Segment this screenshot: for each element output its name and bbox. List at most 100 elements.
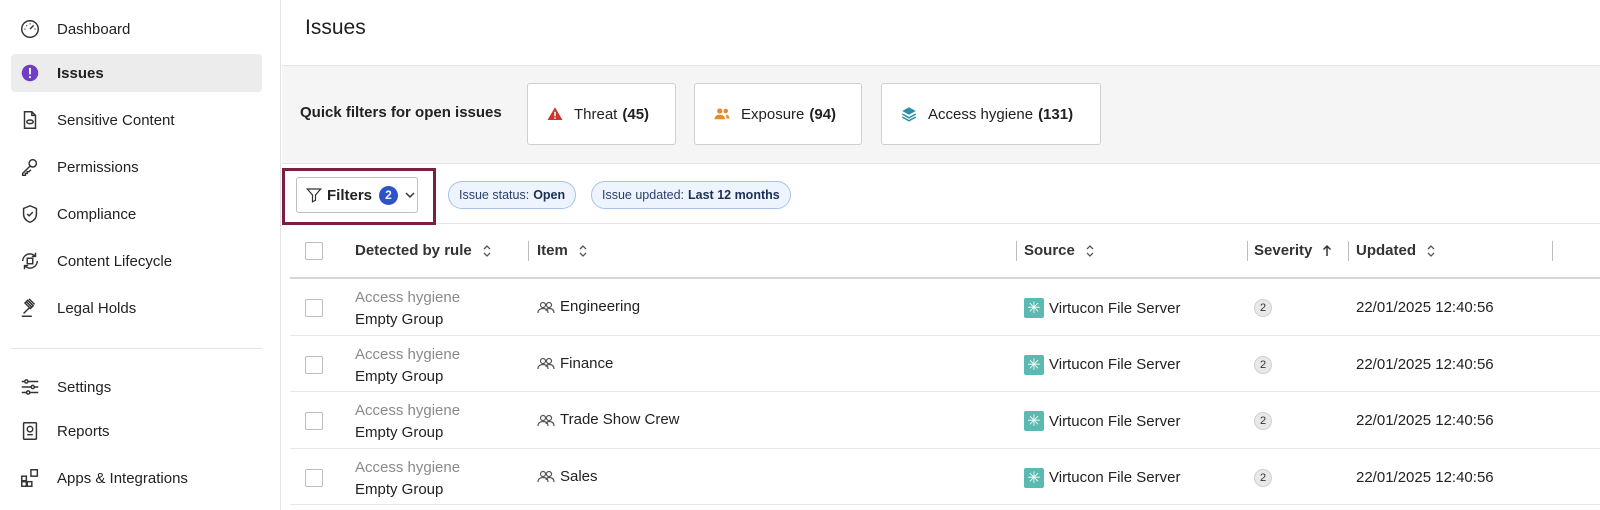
severity-badge: 2 xyxy=(1254,355,1272,374)
sidebar-item-legal-holds[interactable]: Legal Holds xyxy=(11,289,262,327)
table-row[interactable]: Access hygiene Empty Group Engineering ✳… xyxy=(290,279,1600,336)
filter-chip-issue-status[interactable]: Issue status: Open xyxy=(448,181,577,209)
sort-icon xyxy=(579,244,587,257)
gauge-icon xyxy=(19,18,41,40)
sidebar-item-settings[interactable]: Settings xyxy=(11,368,262,406)
rule-category: Access hygiene xyxy=(355,458,461,476)
page-header: Issues xyxy=(282,0,1600,66)
column-header-label: Severity xyxy=(1254,242,1313,259)
column-separator[interactable] xyxy=(528,241,529,261)
select-all-checkbox[interactable] xyxy=(305,242,323,260)
document-eye-icon xyxy=(19,109,41,131)
file-server-icon: ✳ xyxy=(1024,467,1044,488)
sidebar-item-label: Legal Holds xyxy=(57,299,137,317)
quick-filter-exposure[interactable]: Exposure (94) xyxy=(694,83,862,145)
quick-filter-label: Exposure xyxy=(741,105,805,123)
item-cell[interactable]: Finance xyxy=(537,355,613,372)
sidebar-item-issues[interactable]: Issues xyxy=(11,54,262,92)
group-icon xyxy=(537,357,555,370)
issues-table: Detected by rule Item Source Severity Up… xyxy=(290,224,1600,505)
sort-icon xyxy=(483,244,491,257)
source-cell: ✳ Virtucon File Server xyxy=(1024,298,1180,318)
report-icon xyxy=(19,420,41,442)
source-name: Virtucon File Server xyxy=(1049,469,1181,486)
sliders-icon xyxy=(19,376,41,398)
quick-filters-label: Quick filters for open issues xyxy=(300,104,502,121)
filters-count-badge: 2 xyxy=(379,185,399,205)
key-icon xyxy=(19,156,41,178)
item-cell[interactable]: Sales xyxy=(537,468,598,485)
row-checkbox[interactable] xyxy=(305,412,323,430)
file-server-icon: ✳ xyxy=(1024,354,1044,375)
sidebar-item-sensitive-content[interactable]: Sensitive Content xyxy=(11,101,262,139)
sort-ascending-icon xyxy=(1323,244,1332,256)
filter-row: Filters 2 Issue status: Open Issue updat… xyxy=(282,165,1600,225)
item-name: Finance xyxy=(560,354,614,372)
column-separator[interactable] xyxy=(1247,241,1248,261)
sort-icon xyxy=(1427,244,1435,257)
filter-chip-key: Issue status: xyxy=(459,188,530,202)
column-separator[interactable] xyxy=(1552,241,1553,261)
source-cell: ✳ Virtucon File Server xyxy=(1024,411,1180,431)
filter-chip-issue-updated[interactable]: Issue updated: Last 12 months xyxy=(591,181,791,209)
lifecycle-icon xyxy=(19,250,41,272)
table-header: Detected by rule Item Source Severity Up… xyxy=(290,224,1600,279)
column-header-item[interactable]: Item xyxy=(537,242,588,259)
item-name: Engineering xyxy=(560,298,641,315)
row-checkbox[interactable] xyxy=(305,355,323,374)
layers-icon xyxy=(901,107,917,122)
sidebar-item-content-lifecycle[interactable]: Content Lifecycle xyxy=(11,242,262,280)
sidebar-item-permissions[interactable]: Permissions xyxy=(11,148,262,186)
column-header-updated[interactable]: Updated xyxy=(1356,242,1436,259)
sidebar-item-label: Permissions xyxy=(57,158,139,176)
app-window: Dashboard Issues Sensitive Content Permi… xyxy=(0,0,1600,510)
column-header-label: Source xyxy=(1024,242,1075,259)
filters-button[interactable]: Filters 2 xyxy=(296,177,418,213)
item-cell[interactable]: Trade Show Crew xyxy=(537,411,680,428)
column-header-source[interactable]: Source xyxy=(1024,242,1095,259)
sidebar-item-label: Reports xyxy=(57,422,110,440)
quick-filter-access-hygiene[interactable]: Access hygiene (131) xyxy=(881,83,1101,145)
row-checkbox[interactable] xyxy=(305,468,323,487)
sidebar-item-compliance[interactable]: Compliance xyxy=(11,195,262,233)
column-separator[interactable] xyxy=(1016,241,1017,261)
item-cell[interactable]: Engineering xyxy=(537,298,640,315)
table-row[interactable]: Access hygiene Empty Group Finance ✳ Vir… xyxy=(290,336,1600,392)
rule-category: Access hygiene xyxy=(355,402,461,419)
rule-category: Access hygiene xyxy=(355,289,461,306)
source-cell: ✳ Virtucon File Server xyxy=(1024,467,1181,488)
sidebar-item-dashboard[interactable]: Dashboard xyxy=(11,10,262,48)
sidebar-item-reports[interactable]: Reports xyxy=(11,412,262,450)
users-icon xyxy=(714,108,730,120)
column-header-label: Updated xyxy=(1356,242,1416,259)
quick-filter-count: (131) xyxy=(1038,105,1074,123)
sidebar-item-label: Content Lifecycle xyxy=(57,252,173,270)
row-checkbox[interactable] xyxy=(305,299,323,317)
sidebar-item-label: Compliance xyxy=(57,205,137,223)
sidebar: Dashboard Issues Sensitive Content Permi… xyxy=(0,0,281,510)
sidebar-item-label: Issues xyxy=(57,64,104,82)
alert-circle-icon xyxy=(19,62,41,84)
sidebar-item-label: Settings xyxy=(57,378,112,396)
source-name: Virtucon File Server xyxy=(1049,356,1181,373)
sidebar-item-label: Apps & Integrations xyxy=(57,469,188,487)
column-header-severity[interactable]: Severity xyxy=(1254,242,1332,259)
quick-filter-threat[interactable]: Threat (45) xyxy=(527,83,676,145)
filter-chip-value: Open xyxy=(533,188,566,202)
updated-timestamp: 22/01/2025 12:40:56 xyxy=(1356,468,1494,486)
quick-filter-count: (94) xyxy=(809,105,837,123)
updated-timestamp: 22/01/2025 12:40:56 xyxy=(1356,299,1494,316)
shield-check-icon xyxy=(19,203,41,225)
severity-badge: 2 xyxy=(1254,412,1272,430)
rule-name: Empty Group xyxy=(355,311,444,328)
table-row[interactable]: Access hygiene Empty Group Trade Show Cr… xyxy=(290,392,1600,449)
severity-badge: 2 xyxy=(1254,468,1272,487)
apps-icon xyxy=(19,467,41,489)
sidebar-item-apps-integrations[interactable]: Apps & Integrations xyxy=(11,459,262,497)
severity-badge: 2 xyxy=(1254,299,1272,317)
rule-category: Access hygiene xyxy=(355,345,461,363)
column-separator[interactable] xyxy=(1348,241,1349,261)
warning-triangle-icon xyxy=(547,107,563,120)
column-header-detected-by-rule[interactable]: Detected by rule xyxy=(355,242,492,259)
table-row[interactable]: Access hygiene Empty Group Sales ✳ Virtu… xyxy=(290,449,1600,505)
